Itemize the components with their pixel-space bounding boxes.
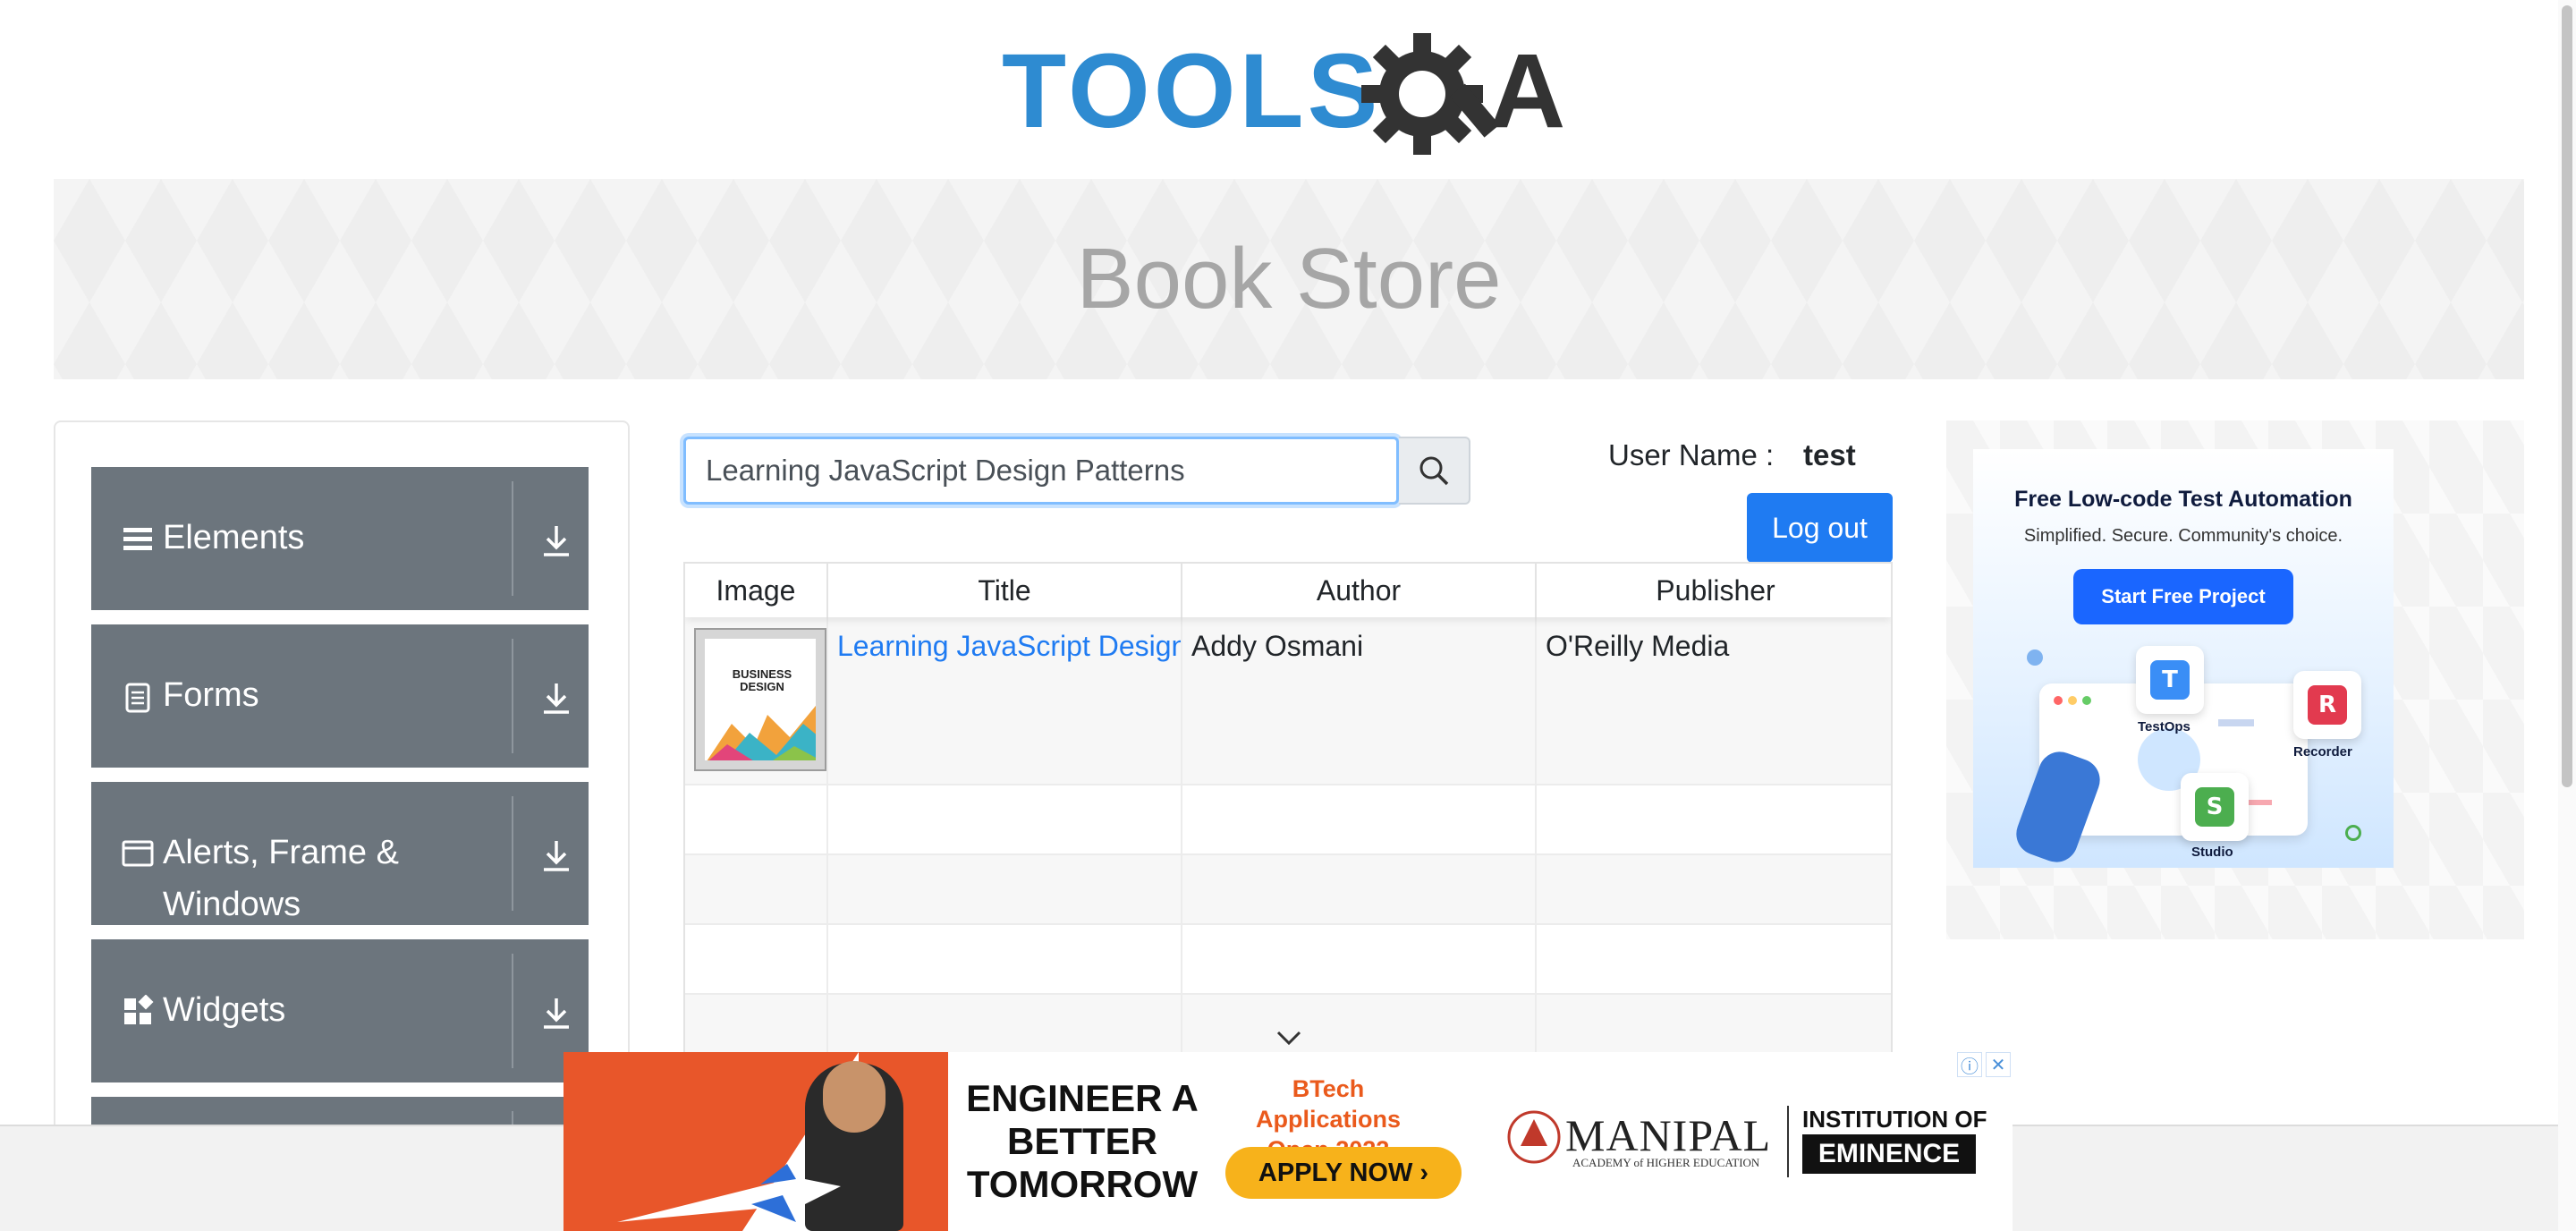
user-name-value: test bbox=[1803, 438, 1856, 471]
svg-text:TOOLS: TOOLS bbox=[1002, 32, 1381, 150]
page: TOOLS A Book Store Elements Forms Alerts… bbox=[0, 0, 2576, 1231]
divider bbox=[1787, 1106, 1789, 1177]
decor-dot bbox=[2345, 825, 2361, 841]
ad-slogan: ENGINEER A BETTER TOMORROW bbox=[966, 1077, 1199, 1205]
testops-icon: T bbox=[2150, 660, 2190, 700]
table-row bbox=[685, 855, 1891, 925]
sidebar-group-elements[interactable]: Elements bbox=[91, 467, 589, 610]
table-row bbox=[685, 785, 1891, 855]
sidebar-group-widgets[interactable]: Widgets bbox=[91, 939, 589, 1082]
ad-brand: MANIPAL bbox=[1565, 1110, 1772, 1160]
recorder-label: Recorder bbox=[2293, 744, 2352, 760]
download-icon bbox=[544, 526, 569, 556]
apply-now-button[interactable]: APPLY NOW › bbox=[1225, 1147, 1462, 1199]
sidebar-group-forms[interactable]: Forms bbox=[91, 624, 589, 768]
chevron-down-icon[interactable] bbox=[1275, 1029, 1302, 1047]
studio-label: Studio bbox=[2191, 845, 2233, 860]
divider bbox=[512, 639, 513, 753]
ad-controls: ⓘ ✕ bbox=[1957, 1052, 2011, 1079]
divider bbox=[512, 796, 513, 911]
divider bbox=[512, 481, 513, 596]
search-input[interactable] bbox=[686, 439, 1396, 502]
book-image-cell: BUSINESS DESIGN bbox=[685, 617, 828, 784]
ad-institution-line: INSTITUTION OF bbox=[1802, 1106, 1987, 1133]
sidebar-group-label: Elements bbox=[163, 519, 305, 556]
sidebar: Elements Forms Alerts, Frame & Windows W… bbox=[54, 420, 630, 1136]
testops-label: TestOps bbox=[2138, 719, 2190, 734]
book-cover-art: BUSINESS DESIGN bbox=[707, 667, 816, 760]
start-free-project-button[interactable]: Start Free Project bbox=[2073, 569, 2293, 624]
sidebar-group-label: Alerts, Frame & Windows bbox=[163, 834, 399, 923]
sidebar-group-label: Forms bbox=[163, 676, 259, 714]
form-icon bbox=[125, 683, 150, 713]
page-title: Book Store bbox=[1076, 231, 1502, 327]
logout-button[interactable]: Log out bbox=[1747, 493, 1893, 563]
search-icon bbox=[1419, 456, 1449, 486]
column-header-author[interactable]: Author bbox=[1182, 564, 1537, 617]
column-header-image[interactable]: Image bbox=[685, 564, 828, 617]
user-name-label: User Name : bbox=[1608, 438, 1775, 471]
book-title-cell: Learning JavaScript Design Patterns bbox=[828, 617, 1182, 784]
ad-eminence-badge: EMINENCE bbox=[1802, 1134, 1976, 1174]
book-publisher-cell: O'Reilly Media bbox=[1546, 630, 1730, 662]
divider bbox=[512, 954, 513, 1068]
table-row: BUSINESS DESIGN Learning JavaScript Desi… bbox=[685, 617, 1891, 785]
hamburger-icon bbox=[123, 528, 152, 550]
side-ad[interactable]: Free Low-code Test Automation Simplified… bbox=[1973, 449, 2394, 868]
manipal-emblem-icon bbox=[1507, 1110, 1561, 1164]
studio-icon: S bbox=[2195, 787, 2234, 827]
book-cover-image: BUSINESS DESIGN bbox=[694, 628, 826, 771]
ad-brand-sub: ACADEMY of HIGHER EDUCATION bbox=[1572, 1156, 1760, 1169]
svg-text:A: A bbox=[1489, 32, 1565, 150]
column-header-publisher[interactable]: Publisher bbox=[1537, 564, 1891, 617]
column-header-title[interactable]: Title bbox=[828, 564, 1182, 617]
download-icon bbox=[544, 841, 569, 871]
table-header: Image Title Author Publisher bbox=[685, 564, 1891, 617]
scrollbar-thumb[interactable] bbox=[2562, 5, 2572, 787]
widgets-icon bbox=[124, 995, 154, 1024]
toolsqa-logo[interactable]: TOOLS A bbox=[1002, 27, 1583, 170]
ad-close-icon[interactable]: ✕ bbox=[1986, 1052, 2011, 1077]
search-button[interactable] bbox=[1399, 437, 1470, 505]
sidebar-group-alerts[interactable]: Alerts, Frame & Windows bbox=[91, 782, 589, 925]
book-cover-text: DESIGN bbox=[740, 680, 784, 693]
sidebar-group-label: Widgets bbox=[163, 991, 286, 1029]
book-title-link[interactable]: Learning JavaScript Design Patterns bbox=[837, 630, 1181, 662]
ad-heading: Free Low-code Test Automation bbox=[2014, 487, 2352, 512]
ad-subheading: Simplified. Secure. Community's choice. bbox=[2023, 526, 2343, 546]
recorder-tile: R bbox=[2293, 671, 2361, 739]
book-author-cell: Addy Osmani bbox=[1182, 617, 1537, 784]
ad-face-illustration bbox=[823, 1061, 886, 1133]
download-icon bbox=[544, 683, 569, 714]
search-box bbox=[683, 437, 1399, 505]
book-cover-text: BUSINESS bbox=[733, 667, 792, 681]
bottom-banner-ad[interactable]: ENGINEER A BETTER TOMORROW BTech Applica… bbox=[564, 1052, 2012, 1231]
rocket-illustration bbox=[617, 1164, 841, 1222]
download-icon bbox=[544, 998, 569, 1029]
studio-tile: S bbox=[2181, 773, 2249, 841]
ad-info-icon[interactable]: ⓘ bbox=[1957, 1052, 1982, 1077]
page-banner: Book Store bbox=[54, 179, 2524, 379]
recorder-icon: R bbox=[2308, 685, 2347, 725]
side-ad-container: Free Low-code Test Automation Simplified… bbox=[1946, 420, 2524, 939]
ad-photo bbox=[564, 1052, 948, 1231]
books-table: Image Title Author Publisher BUSINESS DE… bbox=[683, 562, 1893, 1063]
page-scrollbar[interactable] bbox=[2558, 0, 2576, 1231]
table-row bbox=[685, 925, 1891, 995]
decor-dot bbox=[2027, 649, 2043, 666]
testops-tile: T bbox=[2136, 646, 2204, 714]
window-icon bbox=[122, 840, 154, 867]
